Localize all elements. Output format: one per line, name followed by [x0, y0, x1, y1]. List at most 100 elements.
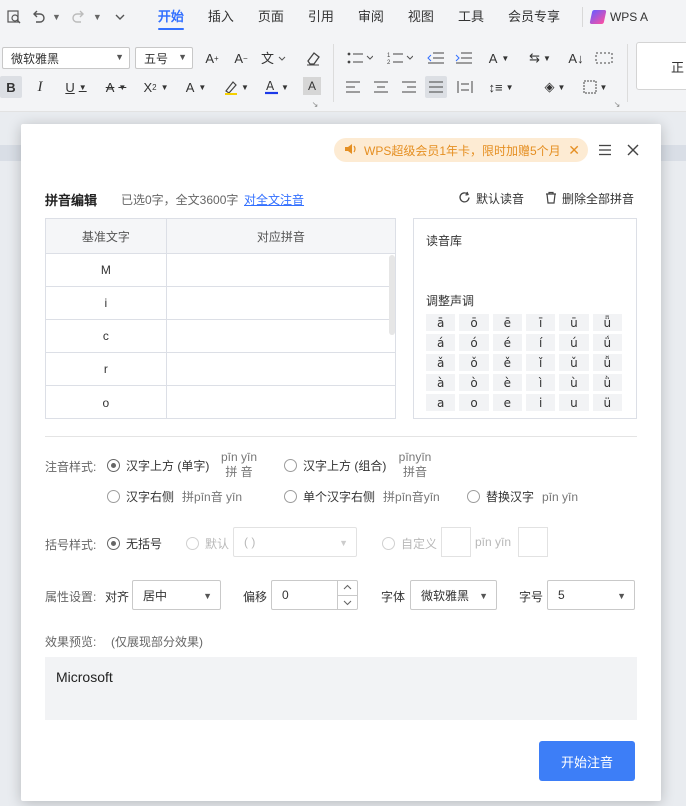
- bracket-option-custom[interactable]: 自定义: [382, 535, 437, 552]
- show-marks-icon[interactable]: [592, 48, 616, 68]
- style-option-replace[interactable]: 替换汉字 pīn yīn: [467, 488, 578, 505]
- offset-stepper[interactable]: 0: [271, 580, 358, 610]
- start-annotation-button[interactable]: 开始注音: [539, 741, 635, 781]
- redo-icon[interactable]: [69, 7, 89, 27]
- promo-banner[interactable]: WPS超级会员1年卡，限时加赠5个月 ✕: [334, 138, 588, 162]
- font-name-combo[interactable]: 微软雅黑 ▼: [2, 47, 130, 69]
- tone-key[interactable]: u: [559, 394, 589, 411]
- tone-key[interactable]: ü: [592, 394, 622, 411]
- increase-indent-icon[interactable]: [453, 48, 475, 68]
- bracket-left-input[interactable]: [441, 527, 471, 557]
- pinyin-cell[interactable]: [167, 254, 395, 286]
- delete-all-pinyin-button[interactable]: 删除全部拼音: [545, 190, 634, 207]
- font-dialog-launcher-icon[interactable]: ↘: [310, 99, 320, 109]
- tone-key[interactable]: ā: [426, 314, 456, 331]
- tab-tools[interactable]: 工具: [446, 0, 496, 34]
- annotate-all-link[interactable]: 对全文注音: [244, 191, 304, 208]
- tone-key[interactable]: ó: [459, 334, 489, 351]
- tone-key[interactable]: ì: [525, 374, 556, 391]
- tone-key[interactable]: á: [426, 334, 456, 351]
- undo-icon[interactable]: [28, 7, 48, 27]
- bracket-right-input[interactable]: [518, 527, 548, 557]
- char-shading-icon[interactable]: A: [303, 77, 321, 95]
- shrink-font-icon[interactable]: A −: [230, 48, 252, 68]
- pinyin-cell[interactable]: [167, 287, 395, 319]
- tone-key[interactable]: ō: [459, 314, 489, 331]
- justify-icon[interactable]: [425, 76, 447, 98]
- tone-key[interactable]: è: [492, 374, 522, 391]
- tone-key[interactable]: ù: [559, 374, 589, 391]
- table-row[interactable]: M: [46, 254, 395, 287]
- tone-key[interactable]: ǒ: [459, 354, 489, 371]
- style-option-above-group[interactable]: 汉字上方 (组合): [284, 457, 386, 474]
- font-size-combo[interactable]: 五号 ▼: [135, 47, 193, 69]
- style-option-right[interactable]: 汉字右侧 拼pīn音 yīn: [107, 488, 242, 505]
- bracket-option-default[interactable]: 默认: [186, 535, 229, 552]
- tone-key[interactable]: ǔ: [559, 354, 589, 371]
- redo-dropdown-icon[interactable]: ▼: [93, 12, 102, 22]
- tone-key[interactable]: ǐ: [525, 354, 556, 371]
- borders-icon[interactable]: ▼: [580, 77, 610, 97]
- tone-key[interactable]: ī: [525, 314, 556, 331]
- tab-insert[interactable]: 插入: [196, 0, 246, 34]
- table-row[interactable]: r: [46, 353, 395, 386]
- table-row[interactable]: o: [46, 386, 395, 418]
- tab-page[interactable]: 页面: [246, 0, 296, 34]
- close-promo-icon[interactable]: ✕: [568, 142, 580, 159]
- tone-key[interactable]: ǖ: [592, 314, 622, 331]
- table-row[interactable]: c: [46, 320, 395, 353]
- decrease-indent-icon[interactable]: [425, 48, 447, 68]
- pinyin-cell[interactable]: [167, 353, 395, 385]
- wps-ai-button[interactable]: WPS A: [581, 7, 648, 27]
- pinyin-cell[interactable]: [167, 320, 395, 352]
- tone-key[interactable]: í: [525, 334, 556, 351]
- style-option-above-single[interactable]: 汉字上方 (单字): [107, 457, 209, 474]
- tone-key[interactable]: ě: [492, 354, 522, 371]
- tab-view[interactable]: 视图: [396, 0, 446, 34]
- font-select[interactable]: 微软雅黑 ▼: [410, 580, 497, 610]
- tone-key[interactable]: é: [492, 334, 522, 351]
- table-row[interactable]: i: [46, 287, 395, 320]
- more-icon[interactable]: [110, 7, 130, 27]
- tone-key[interactable]: ò: [459, 374, 489, 391]
- align-left-icon[interactable]: [343, 77, 363, 97]
- align-center-icon[interactable]: [371, 77, 391, 97]
- tab-review[interactable]: 审阅: [346, 0, 396, 34]
- shading-icon[interactable]: ◈ ▼: [540, 77, 570, 97]
- tone-key[interactable]: ǎ: [426, 354, 456, 371]
- tone-key[interactable]: i: [525, 394, 556, 411]
- menu-icon[interactable]: [597, 142, 613, 158]
- underline-icon[interactable]: U ▼: [60, 76, 92, 98]
- sort-icon[interactable]: A↓: [565, 48, 587, 68]
- table-scrollbar[interactable]: [389, 255, 395, 335]
- grow-font-icon[interactable]: A +: [201, 48, 223, 68]
- bullet-list-icon[interactable]: [345, 48, 375, 68]
- tone-key[interactable]: ē: [492, 314, 522, 331]
- bold-icon[interactable]: B: [0, 76, 22, 98]
- text-effect-icon[interactable]: A ▼: [180, 76, 212, 98]
- highlight-icon[interactable]: ▼: [220, 76, 252, 98]
- paragraph-dialog-launcher-icon[interactable]: ↘: [612, 99, 622, 109]
- numbered-list-icon[interactable]: 12: [385, 48, 415, 68]
- preview-icon[interactable]: [4, 7, 24, 27]
- superscript-icon[interactable]: X 2 ▼: [140, 76, 172, 98]
- italic-icon[interactable]: I: [30, 76, 50, 98]
- stepper-up-icon[interactable]: [338, 580, 357, 596]
- distribute-icon[interactable]: [455, 77, 475, 97]
- line-spacing-icon[interactable]: ↕≡ ▼: [485, 77, 517, 97]
- undo-dropdown-icon[interactable]: ▼: [52, 12, 61, 22]
- style-option-single-right[interactable]: 单个汉字右侧 拼pīn音yīn: [284, 488, 440, 505]
- tab-home[interactable]: 开始: [146, 0, 196, 34]
- pinyin-cell[interactable]: [167, 386, 395, 418]
- tab-references[interactable]: 引用: [296, 0, 346, 34]
- clear-format-icon[interactable]: [302, 48, 324, 68]
- tone-key[interactable]: e: [492, 394, 522, 411]
- tone-key[interactable]: a: [426, 394, 456, 411]
- align-select[interactable]: 居中 ▼: [132, 580, 221, 610]
- bracket-default-select[interactable]: ( ) ▼: [233, 527, 357, 557]
- tone-key[interactable]: ǜ: [592, 374, 622, 391]
- tone-key[interactable]: à: [426, 374, 456, 391]
- tone-key[interactable]: ū: [559, 314, 589, 331]
- tab-member[interactable]: 会员专享: [496, 0, 572, 34]
- text-direction-icon[interactable]: A ▼: [483, 48, 515, 68]
